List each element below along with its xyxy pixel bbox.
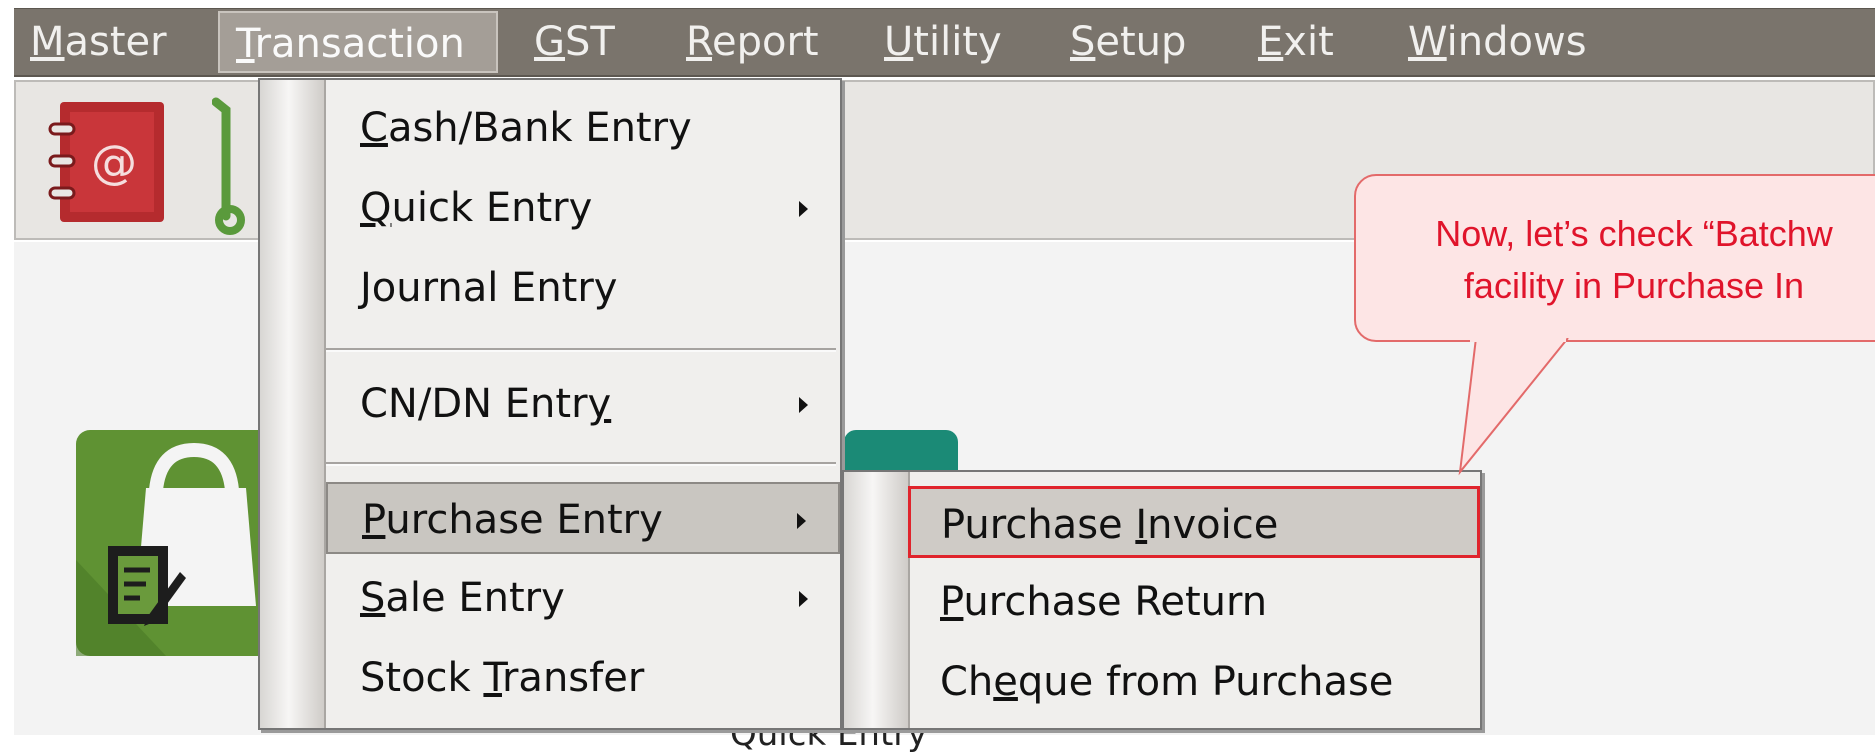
- menu-item-cash-bank-entry[interactable]: Cash/Bank Entry: [326, 92, 840, 164]
- menu-utility[interactable]: Utility: [884, 11, 1002, 73]
- callout-line-1: Now, let’s check “Batchw: [1435, 213, 1833, 254]
- callout-pointer: [1458, 338, 1569, 476]
- menu-item-purchase-return[interactable]: Purchase Return: [910, 566, 1480, 638]
- submenu-arrow-icon: [797, 513, 806, 529]
- menu-item-purchase-entry[interactable]: Purchase Entry: [326, 482, 840, 554]
- menu-master[interactable]: Master: [30, 11, 167, 73]
- menu-item-stock-transfer[interactable]: Stock Transfer: [326, 642, 840, 714]
- menu-separator: [326, 462, 836, 466]
- menu-item-sale-entry[interactable]: Sale Entry: [326, 562, 840, 634]
- edit-document-icon: [104, 542, 188, 638]
- menu-item-quick-entry[interactable]: Quick Entry: [326, 172, 840, 244]
- menu-item-cn-dn-entry[interactable]: CN/DN Entry: [326, 368, 840, 440]
- menu-separator: [326, 348, 836, 352]
- menu-item-purchase-invoice[interactable]: Purchase Invoice: [908, 486, 1480, 558]
- menu-gutter: [260, 80, 326, 728]
- submenu-arrow-icon: [799, 397, 808, 413]
- menu-windows[interactable]: Windows: [1408, 11, 1587, 73]
- transaction-menu: Cash/Bank Entry Quick Entry Journal Entr…: [258, 78, 842, 730]
- svg-text:@: @: [91, 135, 137, 189]
- menu-setup[interactable]: Setup: [1070, 11, 1186, 73]
- submenu-arrow-icon: [799, 591, 808, 607]
- menu-gst[interactable]: GST: [534, 11, 615, 73]
- trolley-icon[interactable]: [211, 96, 262, 240]
- menu-item-journal-entry[interactable]: Journal Entry: [326, 252, 840, 324]
- menu-item-cheque-from-purchase[interactable]: Cheque from Purchase: [910, 646, 1480, 718]
- menu-gutter: [844, 472, 910, 728]
- menu-report[interactable]: Report: [686, 11, 819, 73]
- tutorial-callout: Now, let’s check “Batchw facility in Pur…: [1354, 174, 1875, 342]
- menu-exit[interactable]: Exit: [1258, 11, 1334, 73]
- menu-transaction[interactable]: Transaction: [218, 11, 498, 73]
- menu-bar: Master Transaction GST Report Utility Se…: [14, 8, 1875, 77]
- submenu-arrow-icon: [799, 201, 808, 217]
- callout-line-2: facility in Purchase In: [1463, 265, 1805, 306]
- address-book-icon[interactable]: @: [42, 98, 170, 230]
- purchase-entry-submenu: Purchase Invoice Purchase Return Cheque …: [842, 470, 1482, 730]
